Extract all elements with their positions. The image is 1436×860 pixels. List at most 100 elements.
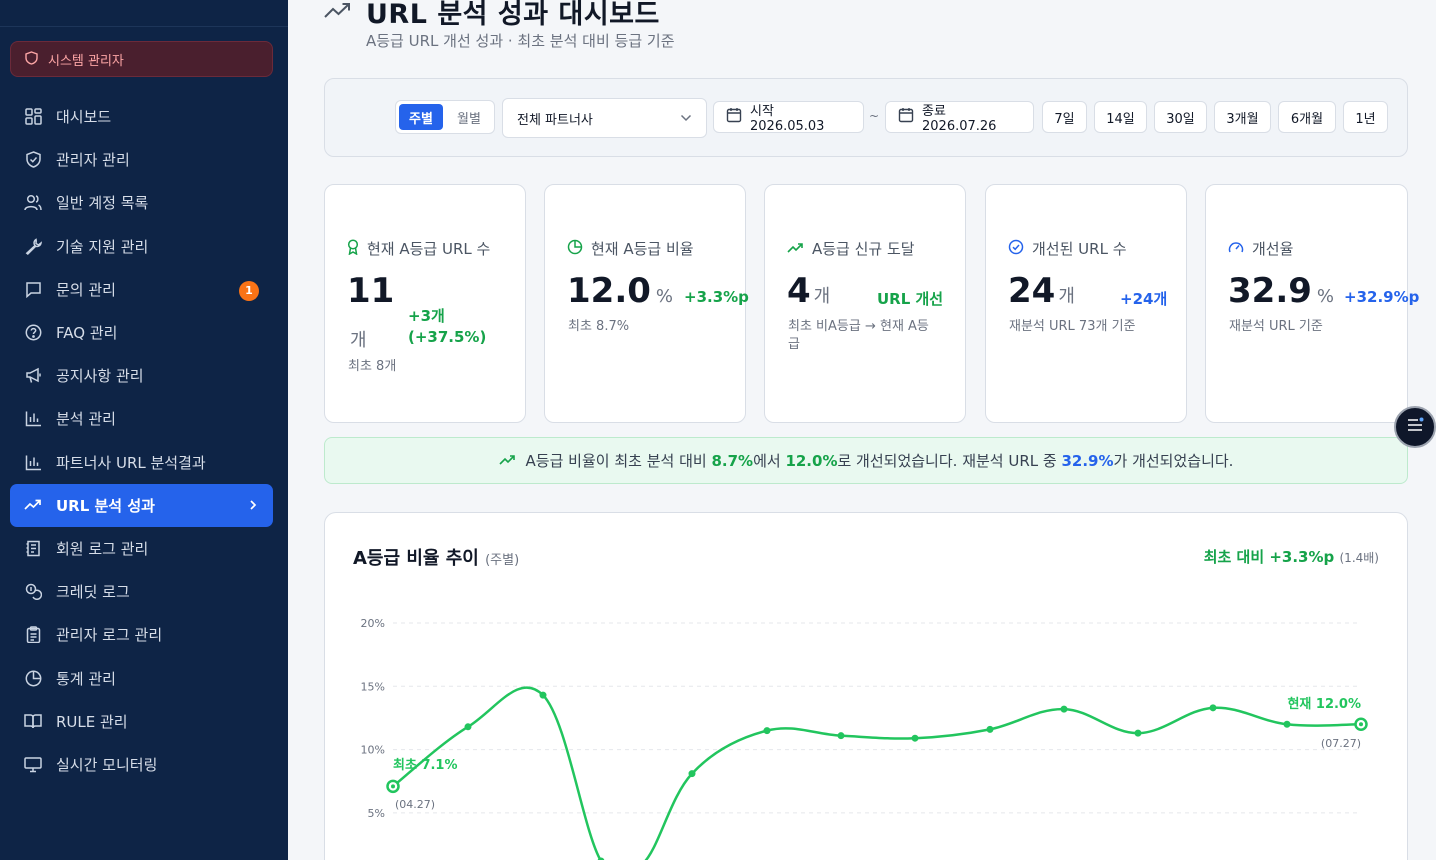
trending-up-icon <box>324 0 352 24</box>
sidebar-item-admin-logs[interactable]: 관리자 로그 관리 <box>10 613 273 656</box>
sidebar-item-partner-url-results[interactable]: 파트너사 URL 분석결과 <box>10 441 273 484</box>
page-subtitle: A등급 URL 개선 성과 · 최초 분석 대비 등급 기준 <box>366 32 675 50</box>
sidebar-item-rules[interactable]: RULE 관리 <box>10 700 273 743</box>
floating-menu-button[interactable] <box>1394 406 1436 448</box>
kpi-delta: URL 개선 <box>877 290 944 308</box>
bar-chart-icon <box>24 453 42 471</box>
sidebar-item-url-performance[interactable]: URL 분석 성과 <box>10 483 273 527</box>
sidebar-item-inquiries[interactable]: 문의 관리 1 <box>10 268 273 311</box>
sidebar-item-member-logs[interactable]: 회원 로그 관리 <box>10 527 273 570</box>
sidebar-item-label: 파트너사 URL 분석결과 <box>56 453 206 472</box>
a-grade-trend-chart-card: A등급 비율 추이 (주별) 최초 대비 +3.3%p (1.4배) 최초 7.… <box>324 512 1408 860</box>
data-point[interactable] <box>1283 720 1291 728</box>
period-toggle: 주별 월별 <box>395 100 495 134</box>
range-6m-button[interactable]: 6개월 <box>1278 101 1336 133</box>
calendar-icon <box>898 107 914 127</box>
data-point[interactable] <box>986 725 994 733</box>
y-tick-label: 15% <box>361 680 385 693</box>
sidebar-item-tech-support[interactable]: 기술 지원 관리 <box>10 225 273 268</box>
period-weekly-button[interactable]: 주별 <box>399 104 443 130</box>
kpi-unit: 개 <box>813 286 831 307</box>
kpi-note: 최초 8.7% <box>568 319 630 334</box>
sidebar-item-label: 관리자 로그 관리 <box>56 626 163 645</box>
sidebar-item-label: 공지사항 관리 <box>56 367 144 386</box>
sidebar-item-statistics[interactable]: 통계 관리 <box>10 656 273 699</box>
sidebar-item-label: 대시보드 <box>56 108 112 127</box>
sidebar-item-label: 통계 관리 <box>56 669 116 688</box>
shield-icon <box>25 50 38 69</box>
sidebar-item-faq[interactable]: FAQ 관리 <box>10 311 273 354</box>
data-point[interactable] <box>763 727 771 735</box>
data-point[interactable] <box>911 734 919 742</box>
wrench-icon <box>24 237 42 255</box>
shield-check-icon <box>24 151 42 169</box>
y-tick-label: 20% <box>361 617 385 630</box>
chevron-right-icon <box>249 497 257 515</box>
kpi-note: 최초 비A등급 → 현재 A등 <box>788 319 929 334</box>
kpi-value-row: 32.9 % +32.9%p <box>1228 271 1419 311</box>
data-point[interactable] <box>1134 729 1142 737</box>
sidebar-item-monitoring[interactable]: 실시간 모니터링 <box>10 743 273 786</box>
award-icon <box>347 238 359 259</box>
grid-icon <box>24 108 42 126</box>
data-point[interactable] <box>539 691 547 699</box>
kpi-label: 현재 A등급 비율 <box>567 238 694 259</box>
sidebar-item-accounts[interactable]: 일반 계정 목록 <box>10 181 273 224</box>
kpi-note: 최초 8개 <box>348 359 397 374</box>
kpi-value: 4 <box>787 271 811 311</box>
kpi-value-row: 12.0 % +3.3%p <box>567 271 749 311</box>
sidebar-item-analysis[interactable]: 분석 관리 <box>10 397 273 440</box>
data-point[interactable] <box>1060 705 1068 713</box>
chevron-down-icon <box>680 111 692 126</box>
data-point[interactable] <box>837 732 845 740</box>
range-7d-button[interactable]: 7일 <box>1042 101 1087 133</box>
data-point[interactable] <box>688 770 696 778</box>
sidebar-item-label: RULE 관리 <box>56 712 128 731</box>
data-point[interactable] <box>464 723 472 731</box>
log-icon <box>24 539 42 557</box>
period-monthly-button[interactable]: 월별 <box>447 104 491 130</box>
start-date-picker[interactable]: 시작 2026.05.03 <box>713 101 864 134</box>
range-30d-button[interactable]: 30일 <box>1154 101 1207 133</box>
date-range-separator: ~ <box>869 109 880 123</box>
sidebar-item-credit-logs[interactable]: 크레딧 로그 <box>10 570 273 613</box>
endpoint-marker-dot <box>391 784 395 789</box>
coins-icon <box>24 583 42 601</box>
bar-chart-icon <box>24 410 42 428</box>
sidebar-nav: 대시보드 관리자 관리 일반 계정 목록 기술 지원 관리 문의 관리 1 FA… <box>10 95 273 786</box>
main-content: URL 분석 성과 대시보드 A등급 URL 개선 성과 · 최초 분석 대비 … <box>288 0 1436 860</box>
series-line <box>392 686 1362 860</box>
start-point-date: (04.27) <box>395 798 435 811</box>
message-icon <box>24 280 42 298</box>
admin-role-label: 시스템 관리자 <box>48 53 124 69</box>
y-tick-label: 10% <box>361 744 385 757</box>
sidebar-item-label: 일반 계정 목록 <box>56 194 149 213</box>
sidebar-item-notices[interactable]: 공지사항 관리 <box>10 354 273 397</box>
kpi-note-wrap: 급 <box>788 337 800 352</box>
sidebar-item-admins[interactable]: 관리자 관리 <box>10 138 273 181</box>
kpi-unit: % <box>1316 286 1334 307</box>
sidebar-item-dashboard[interactable]: 대시보드 <box>10 95 273 138</box>
range-14d-button[interactable]: 14일 <box>1094 101 1147 133</box>
trend-line-chart: 최초 7.1% (04.27) 현재 12.0% (07.27) 20%15%1… <box>361 617 1368 860</box>
kpi-card-a-grade-ratio: 현재 A등급 비율 12.0 % +3.3%p 최초 8.7% <box>544 184 749 423</box>
kpi-unit: % <box>655 286 673 307</box>
range-1y-button[interactable]: 1년 <box>1343 101 1388 133</box>
improvement-summary-banner: A등급 비율이 최초 분석 대비 8.7%에서 12.0%로 개선되었습니다. … <box>324 437 1408 484</box>
y-tick-label: 5% <box>368 807 385 820</box>
kpi-value: 12.0 <box>567 271 651 311</box>
kpi-card-a-grade-count: 현재 A등급 URL 수 11 개 +3개 (+37.5%) 최초 8개 <box>324 184 526 423</box>
admin-role-badge[interactable]: 시스템 관리자 <box>10 41 273 77</box>
partner-select[interactable]: 전체 파트너사 <box>502 98 707 138</box>
sidebar-divider <box>0 26 288 27</box>
sidebar-item-label: 관리자 관리 <box>56 151 130 170</box>
kpi-value: 32.9 <box>1228 271 1312 311</box>
sidebar-item-label: 기술 지원 관리 <box>56 237 149 256</box>
kpi-value-row: 4 개 <box>787 271 830 311</box>
users-icon <box>24 194 42 212</box>
sidebar-item-label: 분석 관리 <box>56 410 116 429</box>
range-3m-button[interactable]: 3개월 <box>1214 101 1271 133</box>
data-point[interactable] <box>1209 704 1217 712</box>
end-date-picker[interactable]: 종료 2026.07.26 <box>885 101 1034 134</box>
filter-bar: 주별 월별 전체 파트너사 시작 2026.05.03 ~ 종료 2026.07… <box>324 78 1408 157</box>
